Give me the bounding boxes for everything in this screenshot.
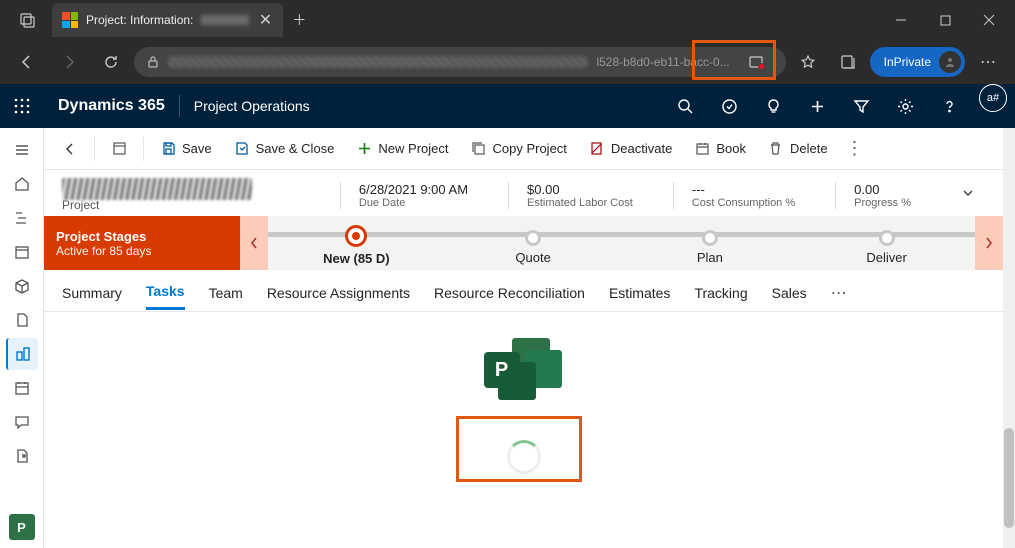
- lightbulb-button[interactable]: [751, 84, 795, 128]
- url-visible-part: l528-b8d0-eb11-bacc-0...: [596, 55, 729, 69]
- area-label[interactable]: Project Operations: [180, 98, 324, 114]
- new-tab-button[interactable]: ＋: [283, 10, 315, 30]
- rail-schedule-icon[interactable]: [6, 372, 38, 404]
- favorites-icon[interactable]: [790, 54, 826, 70]
- form-tabs: Summary Tasks Team Resource Assignments …: [44, 270, 1003, 312]
- browser-chrome: Project: Information: ✕ ＋ l528-b8d0-eb11…: [0, 0, 1015, 84]
- lock-icon: [146, 55, 160, 69]
- inprivate-label: InPrivate: [884, 55, 931, 69]
- app-launcher-button[interactable]: [0, 84, 44, 128]
- tab-redacted: [201, 15, 249, 25]
- tab-summary[interactable]: Summary: [62, 277, 122, 309]
- maximize-button[interactable]: [923, 0, 967, 40]
- tasks-body-loading: P: [44, 312, 1003, 548]
- command-bar: Save Save & Close New Project Copy Proje…: [44, 128, 1003, 170]
- tab-actions-icon[interactable]: [16, 8, 40, 32]
- task-button[interactable]: [707, 84, 751, 128]
- collections-icon[interactable]: [830, 54, 866, 70]
- url-redacted: [168, 56, 588, 68]
- rail-package-icon[interactable]: [6, 270, 38, 302]
- brand-label[interactable]: Dynamics 365: [44, 97, 179, 115]
- bpf-label[interactable]: Project Stages Active for 85 days: [44, 216, 240, 270]
- nav-back-button[interactable]: [8, 44, 46, 80]
- search-button[interactable]: [663, 84, 707, 128]
- tab-resource-reconciliation[interactable]: Resource Reconciliation: [434, 277, 585, 309]
- stat-cost-consumption: --- Cost Consumption %: [673, 182, 813, 209]
- help-button[interactable]: [927, 84, 971, 128]
- stat-progress: 0.00 Progress %: [835, 182, 929, 209]
- bpf-next-button[interactable]: [975, 216, 1003, 270]
- stage-new[interactable]: New (85 D): [268, 220, 445, 266]
- stat-labor-cost: $0.00 Estimated Labor Cost: [508, 182, 651, 209]
- dynamics-actions: a#: [663, 84, 1015, 128]
- main-panel: Save Save & Close New Project Copy Proje…: [44, 128, 1003, 548]
- tabs-overflow-button[interactable]: ⋯: [831, 283, 847, 303]
- window-controls: [879, 0, 1011, 40]
- rail-comment-icon[interactable]: [6, 406, 38, 438]
- tab-sales[interactable]: Sales: [772, 277, 807, 309]
- tab-title: Project: Information:: [86, 13, 193, 27]
- nav-refresh-button[interactable]: [92, 44, 130, 80]
- bpf-prev-button[interactable]: [240, 216, 268, 270]
- rail-project-app-icon[interactable]: P: [9, 514, 35, 540]
- rail-calendar-icon[interactable]: [6, 236, 38, 268]
- deactivate-button[interactable]: Deactivate: [579, 131, 682, 167]
- tab-tracking[interactable]: Tracking: [694, 277, 747, 309]
- delete-button[interactable]: Delete: [758, 131, 838, 167]
- cookies-blocked-icon[interactable]: [738, 47, 774, 77]
- ms-favicon-icon: [62, 12, 78, 28]
- filter-button[interactable]: [839, 84, 883, 128]
- rail-selected-icon[interactable]: [6, 338, 38, 370]
- new-project-button[interactable]: New Project: [346, 131, 458, 167]
- rail-export-icon[interactable]: [6, 440, 38, 472]
- rail-menu-icon[interactable]: [6, 134, 38, 166]
- form-view-button[interactable]: [101, 131, 137, 167]
- record-header: Project 6/28/2021 9:00 AM Due Date $0.00…: [44, 170, 1003, 214]
- stage-deliver[interactable]: Deliver: [798, 222, 975, 265]
- record-subtitle: Project: [62, 198, 318, 212]
- browser-titlebar: Project: Information: ✕ ＋: [0, 0, 1015, 40]
- tab-resource-assignments[interactable]: Resource Assignments: [267, 277, 410, 309]
- copy-project-button[interactable]: Copy Project: [460, 131, 576, 167]
- nav-forward-button: [50, 44, 88, 80]
- loading-spinner-icon: [507, 440, 541, 474]
- project-app-logo: P: [484, 338, 564, 400]
- form-back-button[interactable]: [52, 131, 88, 167]
- save-button[interactable]: Save: [150, 131, 222, 167]
- tab-tasks[interactable]: Tasks: [146, 275, 185, 310]
- save-close-button[interactable]: Save & Close: [224, 131, 345, 167]
- bpf-stages: Project Stages Active for 85 days New (8…: [44, 216, 1003, 270]
- minimize-button[interactable]: [879, 0, 923, 40]
- header-expand-button[interactable]: [951, 186, 985, 205]
- stat-due-date: 6/28/2021 9:00 AM Due Date: [340, 182, 486, 209]
- rail-gantt-icon[interactable]: [6, 202, 38, 234]
- scrollbar[interactable]: [1003, 128, 1015, 548]
- book-button[interactable]: Book: [684, 131, 756, 167]
- inprivate-avatar-icon: [939, 51, 961, 73]
- browser-tab[interactable]: Project: Information: ✕: [52, 3, 283, 37]
- stage-plan[interactable]: Plan: [622, 222, 799, 265]
- left-nav-rail: P: [0, 128, 44, 548]
- rail-home-icon[interactable]: [6, 168, 38, 200]
- record-title-redacted: [62, 178, 252, 200]
- inprivate-badge[interactable]: InPrivate: [870, 47, 965, 77]
- dynamics-top-bar: Dynamics 365 Project Operations a#: [0, 84, 1015, 128]
- bpf-track: New (85 D) Quote Plan Deliver: [268, 216, 975, 270]
- scrollbar-thumb[interactable]: [1004, 428, 1014, 528]
- add-button[interactable]: [795, 84, 839, 128]
- tab-team[interactable]: Team: [209, 277, 243, 309]
- browser-menu-button[interactable]: ⋯: [969, 44, 1007, 80]
- tab-estimates[interactable]: Estimates: [609, 277, 670, 309]
- close-window-button[interactable]: [967, 0, 1011, 40]
- address-row: l528-b8d0-eb11-bacc-0... InPrivate ⋯: [0, 40, 1015, 84]
- settings-button[interactable]: [883, 84, 927, 128]
- user-avatar[interactable]: a#: [979, 84, 1007, 112]
- address-bar[interactable]: l528-b8d0-eb11-bacc-0...: [134, 47, 786, 77]
- tab-close-icon[interactable]: ✕: [257, 10, 273, 30]
- command-overflow-button[interactable]: ⋮: [840, 138, 870, 159]
- rail-document-icon[interactable]: [6, 304, 38, 336]
- content-area: P Save Save & Close New Project Copy Pro…: [0, 128, 1015, 548]
- stage-quote[interactable]: Quote: [445, 222, 622, 265]
